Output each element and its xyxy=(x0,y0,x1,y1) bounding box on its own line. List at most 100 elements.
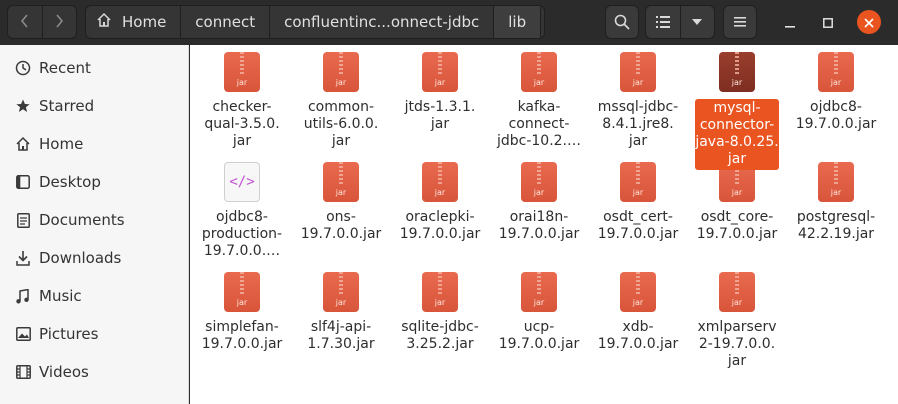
jar-file-icon: jar xyxy=(224,272,260,312)
jar-file-icon: jar xyxy=(323,52,359,92)
star-icon xyxy=(15,98,31,114)
jar-file-icon: jar xyxy=(422,162,458,202)
video-icon xyxy=(15,364,31,380)
sidebar-item-documents[interactable]: Documents xyxy=(0,201,189,239)
breadcrumb-connect[interactable]: connect xyxy=(181,6,271,38)
jar-file-icon: jar xyxy=(521,52,557,92)
sidebar-item-recent[interactable]: Recent xyxy=(0,49,189,87)
sidebar-item-videos[interactable]: Videos xyxy=(0,353,189,391)
file-item-ons[interactable]: jar ons- 19.7.0.0.jar xyxy=(295,155,387,243)
forward-button[interactable] xyxy=(41,6,77,38)
file-item-ojdbc8-production[interactable]: </> ojdbc8- production- 19.7.0.0.… xyxy=(196,155,288,260)
sidebar-item-starred[interactable]: Starred xyxy=(0,87,189,125)
jar-file-icon: jar xyxy=(224,52,260,92)
sidebar-item-pictures[interactable]: Pictures xyxy=(0,315,189,353)
view-options-button[interactable] xyxy=(681,6,715,38)
breadcrumb-home[interactable]: Home xyxy=(86,6,182,38)
jar-file-icon: jar xyxy=(323,162,359,202)
file-name: common-utils-6.0.0. jar xyxy=(303,99,379,149)
breadcrumb-label: Home xyxy=(122,13,167,31)
file-name: postgresql- 42.2.19.jar xyxy=(796,209,876,242)
file-item-ucp[interactable]: jar ucp- 19.7.0.0.jar xyxy=(493,265,585,353)
file-item-sqlite-jdbc[interactable]: jar sqlite-jdbc- 3.25.2.jar xyxy=(394,265,486,353)
jar-file-icon: jar xyxy=(323,272,359,312)
file-name: xmlparserv 2-19.7.0.0. jar xyxy=(697,319,777,369)
main-menu-button[interactable] xyxy=(723,5,757,39)
music-icon xyxy=(15,288,31,304)
file-item-mssql-jdbc[interactable]: jar mssql-jdbc- 8.4.1.jre8. jar xyxy=(592,45,684,150)
file-item-xdb[interactable]: jar xdb- 19.7.0.0.jar xyxy=(592,265,684,353)
chevron-down-icon xyxy=(692,19,703,25)
desktop-icon xyxy=(15,174,31,190)
sidebar-item-desktop[interactable]: Desktop xyxy=(0,163,189,201)
sidebar-item-music[interactable]: Music xyxy=(0,277,189,315)
file-name: orai18n- 19.7.0.0.jar xyxy=(498,209,580,242)
jar-file-icon: jar xyxy=(818,162,854,202)
file-manager-window: Home connect confluentinc...onnect-jdbc … xyxy=(0,0,898,404)
file-name: checker-qual-3.5.0. jar xyxy=(204,99,280,149)
sidebar-item-home[interactable]: Home xyxy=(0,125,189,163)
sidebar-item-label: Documents xyxy=(39,211,125,229)
file-item-postgresql[interactable]: jar postgresql- 42.2.19.jar xyxy=(790,155,882,243)
file-name: slf4j-api- 1.7.30.jar xyxy=(307,319,375,352)
jar-file-icon: jar xyxy=(422,272,458,312)
jar-file-icon: jar xyxy=(620,162,656,202)
maximize-button[interactable] xyxy=(816,10,840,34)
sidebar-item-label: Recent xyxy=(39,59,91,77)
file-item-xmlparserv2[interactable]: jar xmlparserv 2-19.7.0.0. jar xyxy=(691,265,783,370)
jar-file-icon: jar xyxy=(521,162,557,202)
maximize-icon xyxy=(823,13,833,32)
file-name: oraclepki- 19.7.0.0.jar xyxy=(399,209,481,242)
file-name: ojdbc8- production- 19.7.0.0.… xyxy=(201,209,283,259)
download-icon xyxy=(15,250,31,266)
close-icon xyxy=(864,13,874,32)
back-button[interactable] xyxy=(8,6,42,38)
breadcrumb-lib[interactable]: lib xyxy=(494,6,542,38)
file-name: kafka-connect-jdbc-10.2.… xyxy=(496,99,582,149)
file-item-jtds[interactable]: jar jtds-1.3.1. jar xyxy=(394,45,486,133)
file-item-simplefan[interactable]: jar simplefan- 19.7.0.0.jar xyxy=(196,265,288,353)
sidebar-item-label: Starred xyxy=(39,97,95,115)
chevron-right-icon xyxy=(54,13,64,32)
file-item-orai18n[interactable]: jar orai18n- 19.7.0.0.jar xyxy=(493,155,585,243)
sidebar-item-label: Home xyxy=(39,135,84,153)
file-item-ojdbc8[interactable]: jar ojdbc8- 19.7.0.0.jar xyxy=(790,45,882,133)
sidebar-item-downloads[interactable]: Downloads xyxy=(0,239,189,277)
home-icon xyxy=(15,136,31,152)
list-view-button[interactable] xyxy=(646,6,681,38)
jar-file-icon: jar xyxy=(620,272,656,312)
file-item-osdt-cert[interactable]: jar osdt_cert- 19.7.0.0.jar xyxy=(592,155,684,243)
path-bar: Home connect confluentinc...onnect-jdbc … xyxy=(85,5,545,39)
breadcrumb-label: confluentinc...onnect-jdbc xyxy=(284,13,480,31)
file-item-oraclepki[interactable]: jar oraclepki- 19.7.0.0.jar xyxy=(394,155,486,243)
file-item-slf4j-api[interactable]: jar slf4j-api- 1.7.30.jar xyxy=(295,265,387,353)
view-button-group xyxy=(645,5,715,39)
list-view-icon xyxy=(655,16,670,28)
file-item-kafka-connect-jdbc[interactable]: jar kafka-connect-jdbc-10.2.… xyxy=(493,45,585,150)
path-menu-button[interactable] xyxy=(541,6,544,38)
file-name: sqlite-jdbc- 3.25.2.jar xyxy=(401,319,479,352)
file-item-common-utils[interactable]: jar common-utils-6.0.0. jar xyxy=(295,45,387,150)
jar-file-icon: jar xyxy=(719,272,755,312)
xml-file-icon: </> xyxy=(224,162,260,202)
file-name-selected: mysql-connector-java-8.0.25. jar xyxy=(695,99,779,170)
breadcrumb-confluentinc[interactable]: confluentinc...onnect-jdbc xyxy=(270,6,495,38)
hamburger-icon xyxy=(734,17,746,27)
jar-file-icon: jar xyxy=(818,52,854,92)
jar-file-icon: jar xyxy=(422,52,458,92)
minimize-button[interactable] xyxy=(778,10,802,34)
minimize-icon xyxy=(785,13,795,32)
file-name: simplefan- 19.7.0.0.jar xyxy=(201,319,283,352)
navigation-buttons xyxy=(7,5,77,39)
chevron-left-icon xyxy=(20,13,30,32)
file-item-mysql-connector-java[interactable]: jar mysql-connector-java-8.0.25. jar xyxy=(691,45,783,170)
header-bar: Home connect confluentinc...onnect-jdbc … xyxy=(0,0,898,46)
breadcrumb-label: connect xyxy=(195,13,256,31)
search-button[interactable] xyxy=(605,5,639,39)
file-item-checker-qual[interactable]: jar checker-qual-3.5.0. jar xyxy=(196,45,288,150)
sidebar-item-label: Videos xyxy=(39,363,89,381)
breadcrumb-label: lib xyxy=(508,13,527,31)
sidebar: Recent Starred Home Desktop Documents Do… xyxy=(0,45,189,404)
file-grid: jar checker-qual-3.5.0. jar jar common-ut… xyxy=(190,45,898,404)
close-button[interactable] xyxy=(857,10,881,34)
